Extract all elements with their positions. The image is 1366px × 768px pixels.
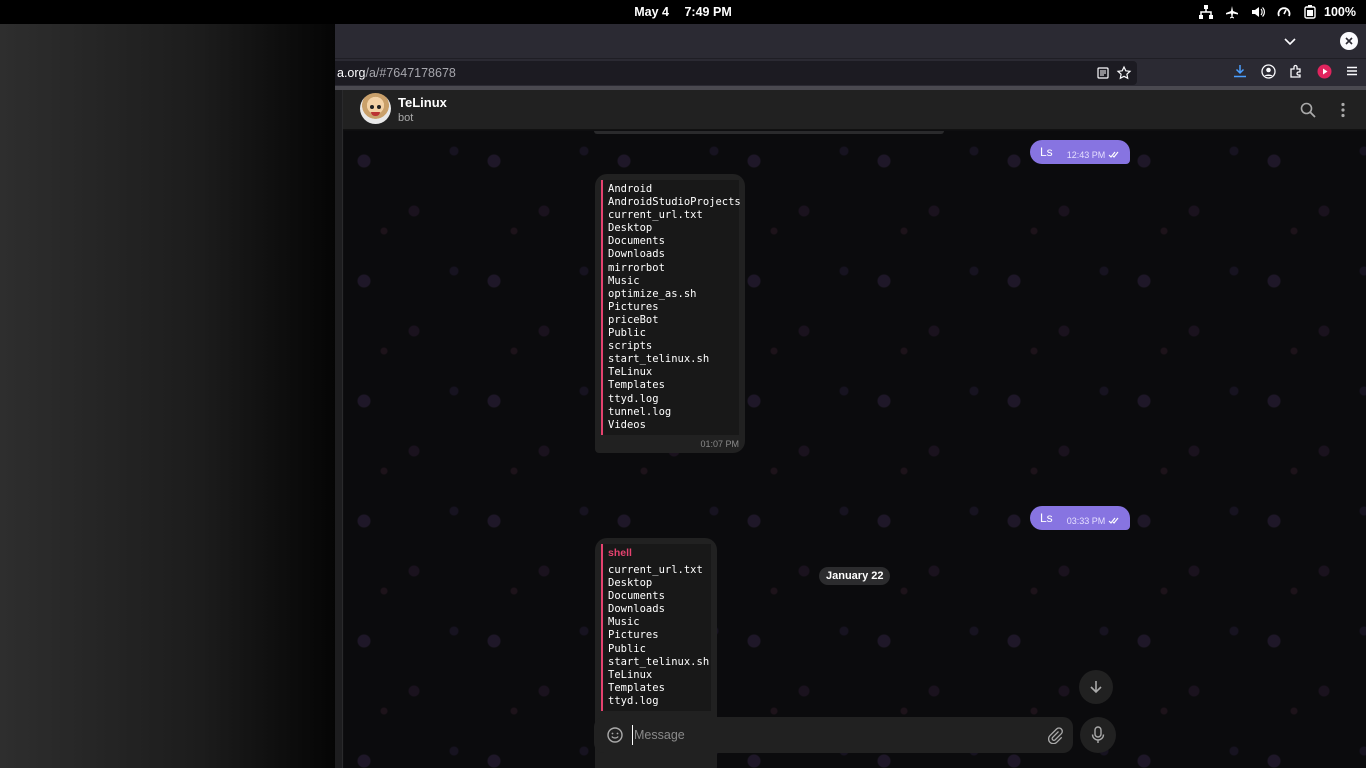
bookmark-star-icon[interactable] xyxy=(1116,65,1132,81)
code-line: scripts xyxy=(608,340,653,353)
more-options-icon[interactable] xyxy=(1334,101,1352,119)
arrow-down-icon xyxy=(1090,681,1102,694)
extensions-icon[interactable] xyxy=(1288,63,1304,79)
code-line: Downloads xyxy=(608,248,665,261)
message-time: 01:07 PM xyxy=(700,438,739,449)
network-icon xyxy=(1198,4,1214,20)
chat-list-edge xyxy=(335,90,343,768)
read-checkmarks-icon xyxy=(1108,151,1119,158)
code-line: Public xyxy=(608,327,646,340)
avatar-eye xyxy=(377,105,381,109)
download-icon[interactable] xyxy=(1232,63,1248,79)
code-block[interactable]: Android AndroidStudioProjects current_url.… xyxy=(601,180,741,435)
code-line: optimize_as.sh xyxy=(608,287,697,300)
voice-record-button[interactable] xyxy=(1080,717,1116,753)
outgoing-message[interactable]: Ls 12:43 PM xyxy=(1030,140,1131,164)
date-separator: January 22 xyxy=(819,567,891,585)
code-line: Desktop xyxy=(608,577,653,590)
scroll-to-bottom-button[interactable] xyxy=(1079,670,1113,704)
emoji-icon[interactable] xyxy=(606,726,624,744)
navigation-bar: a.org/a/#7647178678 xyxy=(335,58,1366,86)
chevron-down-icon[interactable] xyxy=(1282,33,1298,49)
code-line: current_url.txt xyxy=(608,564,703,576)
code-line: Videos xyxy=(608,418,646,431)
url-text: a.org/a/#7647178678 xyxy=(337,66,456,80)
desktop-background xyxy=(0,24,335,768)
telegram-app: TeLinux bot Ls 12:43 PM Android AndroidS… xyxy=(335,90,1366,768)
code-line: Documents xyxy=(608,235,665,248)
code-line: TeLinux xyxy=(608,366,653,379)
url-domain: a.org xyxy=(337,66,366,80)
search-icon[interactable] xyxy=(1299,101,1317,119)
code-line: Templates xyxy=(608,379,665,392)
message-list[interactable]: Ls 12:43 PM Android AndroidStudioProjects… xyxy=(344,131,1366,768)
close-icon xyxy=(1345,37,1353,45)
toolbar-icons xyxy=(1232,63,1360,79)
code-line: tunnel.log xyxy=(608,405,672,418)
chat-subtitle: bot xyxy=(398,112,414,124)
code-line: ttyd.log xyxy=(608,392,659,405)
message-input[interactable] xyxy=(632,725,1022,745)
battery-percent: 100% xyxy=(1324,5,1356,19)
code-line: Pictures xyxy=(608,629,659,642)
browser-window: a.org/a/#7647178678 TeLinux bot Ls 12:43… xyxy=(335,24,1366,768)
previous-message-edge xyxy=(594,131,944,134)
code-line: ttyd.log xyxy=(608,694,659,707)
code-line: AndroidStudioProjects xyxy=(608,196,741,209)
code-line: Public xyxy=(608,642,646,655)
code-line: Music xyxy=(608,274,640,287)
avatar-eye xyxy=(370,105,374,109)
code-line: Documents xyxy=(608,590,665,603)
date-label: May 4 xyxy=(634,5,669,19)
power-profile-icon xyxy=(1276,4,1292,20)
url-bar[interactable]: a.org/a/#7647178678 xyxy=(335,61,1137,85)
message-time: 03:33 PM xyxy=(1066,515,1106,526)
code-line: start_telinux.sh xyxy=(608,353,710,366)
message-text: Ls xyxy=(1040,145,1053,159)
avatar-mouth xyxy=(371,112,380,116)
read-checkmarks-icon xyxy=(1108,517,1119,524)
code-line: Pictures xyxy=(608,300,659,313)
battery-icon xyxy=(1302,4,1318,20)
chat-title[interactable]: TeLinux xyxy=(398,95,447,110)
message-time: 12:43 PM xyxy=(1066,149,1106,160)
tab-bar xyxy=(335,24,1366,58)
airplane-mode-icon xyxy=(1224,4,1240,20)
recorder-icon[interactable] xyxy=(1316,63,1332,79)
code-line: Android xyxy=(608,183,653,195)
system-top-bar: May 4 7:49 PM 100% xyxy=(0,0,1366,24)
avatar[interactable] xyxy=(360,93,391,124)
outgoing-message[interactable]: Ls 03:33 PM xyxy=(1030,506,1131,530)
code-line: start_telinux.sh xyxy=(608,655,710,668)
code-line: Music xyxy=(608,616,640,629)
code-language: shell xyxy=(608,547,632,559)
system-tray[interactable]: 100% xyxy=(1198,4,1356,20)
code-line: Downloads xyxy=(608,603,665,616)
attach-icon[interactable] xyxy=(1046,726,1064,745)
code-line: priceBot xyxy=(608,313,659,326)
url-path: /a/#7647178678 xyxy=(365,66,456,80)
code-line: Templates xyxy=(608,681,665,694)
time-label: 7:49 PM xyxy=(684,5,732,19)
code-lines: current_url.txt Desktop Documents Downloads… xyxy=(608,564,710,708)
code-line: current_url.txt xyxy=(608,209,703,222)
account-icon[interactable] xyxy=(1260,63,1276,79)
window-close-button[interactable] xyxy=(1340,32,1358,50)
menu-icon[interactable] xyxy=(1344,63,1360,79)
message-meta: 12:43 PM xyxy=(1067,150,1121,160)
message-composer xyxy=(594,717,1073,753)
chat-header[interactable]: TeLinux bot xyxy=(343,90,1366,130)
code-lines: Android AndroidStudioProjects current_url.… xyxy=(608,183,741,432)
code-block[interactable]: shell current_url.txt Desktop Documents Dow… xyxy=(601,544,711,712)
message-text: Ls xyxy=(1040,511,1053,525)
code-line: Desktop xyxy=(608,222,653,235)
message-meta: 03:33 PM xyxy=(1067,516,1121,526)
code-line: TeLinux xyxy=(608,668,653,681)
incoming-message[interactable]: Android AndroidStudioProjects current_url.… xyxy=(595,174,745,453)
code-line: mirrorbot xyxy=(608,261,665,274)
clock[interactable]: May 4 7:49 PM xyxy=(0,5,1366,19)
reader-view-icon[interactable] xyxy=(1095,65,1111,81)
microphone-icon xyxy=(1091,726,1105,743)
volume-icon xyxy=(1250,4,1266,20)
